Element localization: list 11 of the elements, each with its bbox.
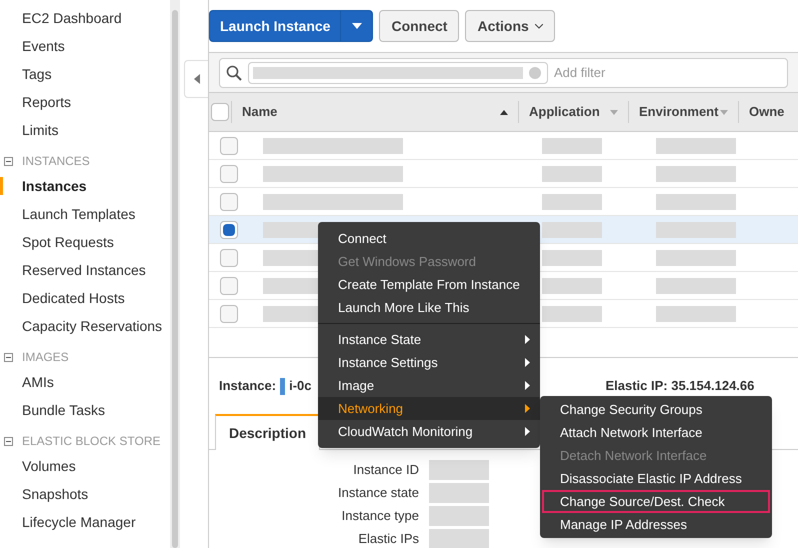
elastic-ip: Elastic IP: 35.154.124.66	[605, 377, 754, 396]
section-heading: IMAGES	[22, 349, 69, 366]
instance-id: i-0c	[289, 377, 312, 396]
instance-label: Instance:	[219, 377, 276, 396]
field-label: Instance type	[340, 506, 420, 525]
field-label: Instance ID	[352, 460, 420, 479]
section-heading: ELASTIC BLOCK STORE	[22, 433, 160, 450]
filter-placeholder: Add filter	[554, 64, 606, 82]
section-heading: INSTANCES	[22, 153, 90, 170]
field-label: Instance state	[337, 484, 420, 502]
field-label: Elastic IPs	[357, 530, 420, 548]
